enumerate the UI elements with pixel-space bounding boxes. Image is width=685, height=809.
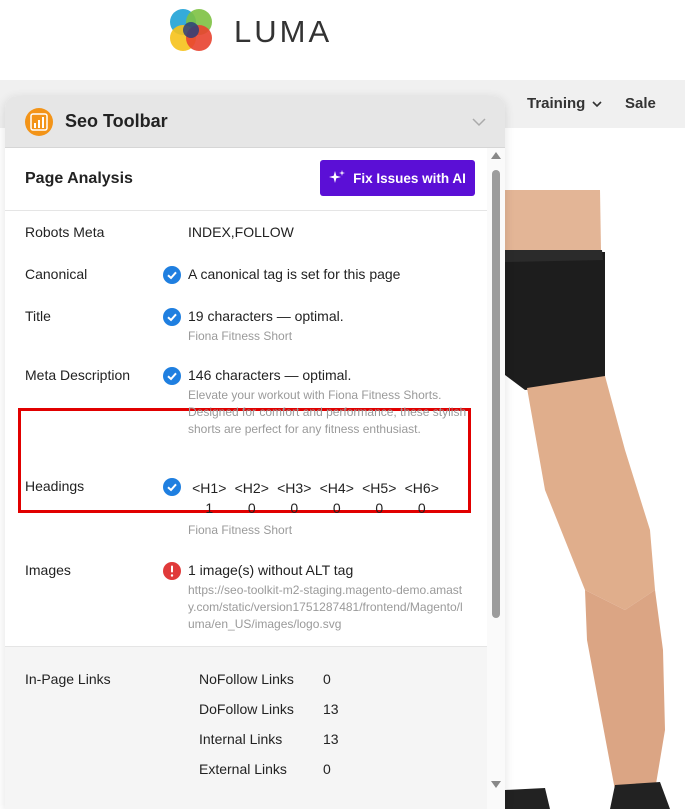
links-label: In-Page Links <box>25 671 111 687</box>
link-count: 0 <box>323 671 331 687</box>
ai-button-label: Fix Issues with AI <box>353 170 466 186</box>
nav-training-label: Training <box>527 95 586 112</box>
heading-tag: <H5> <box>362 480 397 496</box>
check-circle-icon <box>163 266 181 284</box>
chevron-down-icon[interactable] <box>471 114 487 130</box>
analysis-head: Page Analysis Fix Issues with AI <box>5 148 487 211</box>
images-sub: https://seo-toolkit-m2-staging.magento-d… <box>188 583 463 631</box>
headings-label: Headings <box>25 478 85 494</box>
link-count: 13 <box>323 701 339 717</box>
heading-col-h6: <H6> 0 <box>401 478 444 518</box>
heading-tag: <H2> <box>234 480 269 496</box>
heading-tag: <H1> <box>192 480 227 496</box>
heading-col-h5: <H5> 0 <box>358 478 401 518</box>
heading-count: 0 <box>375 500 384 516</box>
link-name: NoFollow Links <box>199 671 294 687</box>
check-circle-icon <box>163 308 181 326</box>
heading-tag: <H3> <box>277 480 312 496</box>
nav-sale-label: Sale <box>625 95 656 112</box>
title-sub: Fiona Fitness Short <box>188 329 293 343</box>
meta-description-value: 146 characters — optimal. <box>188 367 352 383</box>
chart-icon <box>25 108 53 136</box>
scroll-down-arrow-icon[interactable] <box>491 781 501 788</box>
check-circle-icon <box>163 367 181 385</box>
fix-issues-ai-button[interactable]: Fix Issues with AI <box>320 160 475 196</box>
heading-count: 0 <box>417 500 426 516</box>
heading-col-h3: <H3> 0 <box>273 478 316 518</box>
sparkle-icon <box>329 170 346 183</box>
link-count: 0 <box>323 761 331 777</box>
in-page-links-section: In-Page Links NoFollow Links 0 DoFollow … <box>5 646 487 809</box>
images-value: 1 image(s) without ALT tag <box>188 562 354 578</box>
error-circle-icon <box>163 562 181 580</box>
title-value: 19 characters — optimal. <box>188 308 344 324</box>
heading-count: 1 <box>205 500 214 516</box>
robots-label: Robots Meta <box>25 224 105 240</box>
nav-sale[interactable]: Sale <box>625 95 656 112</box>
images-label: Images <box>25 562 71 578</box>
meta-description-sub: Elevate your workout with Fiona Fitness … <box>188 388 467 436</box>
heading-col-h1: <H1> 1 <box>188 478 231 518</box>
heading-col-h2: <H2> 0 <box>231 478 274 518</box>
canonical-value: A canonical tag is set for this page <box>188 266 401 282</box>
canonical-label: Canonical <box>25 266 88 282</box>
panel-title: Seo Toolbar <box>65 111 168 131</box>
nav-training[interactable]: Training <box>527 95 603 112</box>
link-name: Internal Links <box>199 731 283 747</box>
vertical-scrollbar[interactable] <box>487 148 505 809</box>
section-title: Page Analysis <box>25 170 133 187</box>
logo-text[interactable]: LUMA <box>234 14 332 50</box>
link-count: 13 <box>323 731 339 747</box>
panel-header[interactable]: Seo Toolbar <box>5 96 505 148</box>
product-photo <box>505 190 670 809</box>
analysis-scroll-area[interactable]: Page Analysis Fix Issues with AI Robots … <box>5 148 487 809</box>
chevron-down-icon <box>592 100 602 107</box>
heading-tag: <H6> <box>404 480 439 496</box>
heading-count: 0 <box>290 500 299 516</box>
heading-col-h4: <H4> 0 <box>316 478 359 518</box>
link-name: External Links <box>199 761 287 777</box>
heading-count: 0 <box>247 500 256 516</box>
meta-description-label: Meta Description <box>25 367 131 383</box>
product-image <box>505 190 685 809</box>
heading-tag: <H4> <box>319 480 354 496</box>
seo-toolbar-panel: Seo Toolbar Page Analysis Fix Issues wit… <box>5 96 505 809</box>
store-header: LUMA <box>0 0 685 80</box>
heading-count: 0 <box>332 500 341 516</box>
scroll-up-arrow-icon[interactable] <box>491 152 501 159</box>
headings-table: <H1> 1 <H2> 0 <H3> 0 <H4> 0 <H5> 0 <H6> 0 <box>188 478 443 518</box>
robots-value: INDEX,FOLLOW <box>188 224 294 240</box>
link-name: DoFollow Links <box>199 701 294 717</box>
scroll-thumb[interactable] <box>492 170 500 618</box>
luma-logo-icon[interactable] <box>166 5 216 55</box>
headings-sub: Fiona Fitness Short <box>188 523 293 537</box>
title-label: Title <box>25 308 51 324</box>
check-circle-icon <box>163 478 181 496</box>
